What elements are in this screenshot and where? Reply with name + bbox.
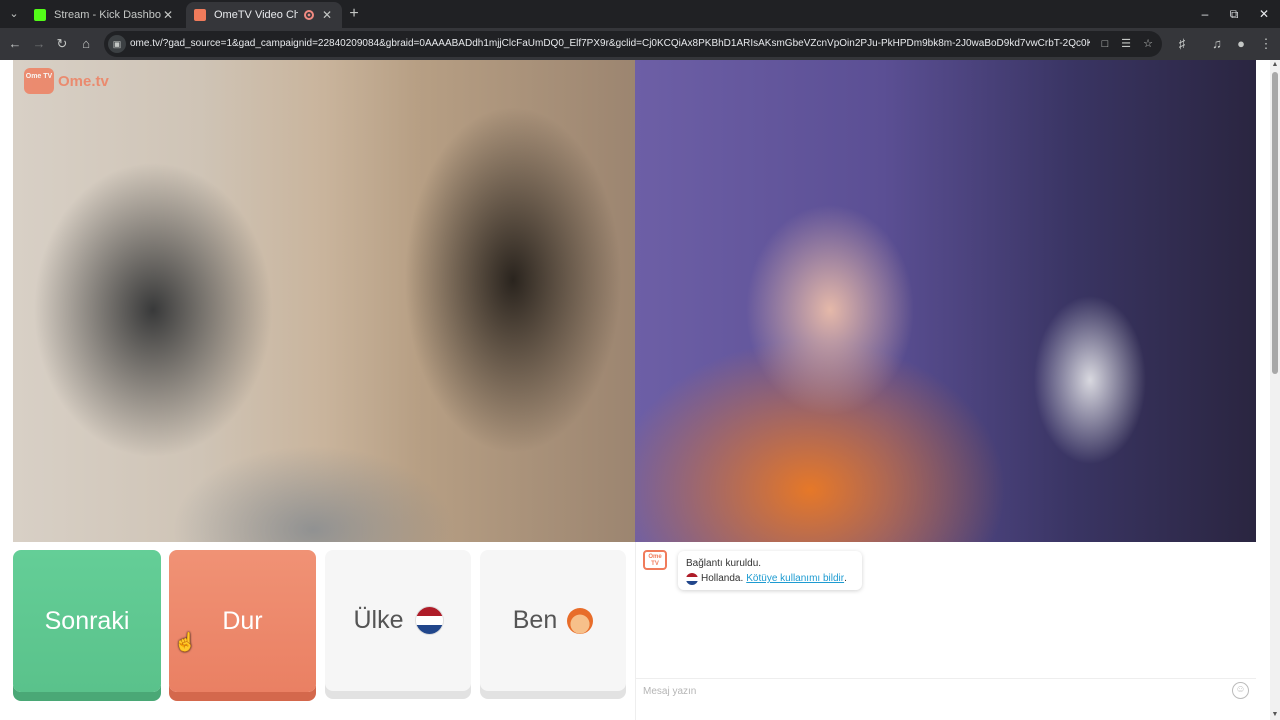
scroll-up-icon[interactable]: ▲ bbox=[1270, 60, 1280, 70]
maximize-icon[interactable]: ⧉ bbox=[1219, 4, 1249, 24]
kick-favicon bbox=[34, 9, 46, 21]
home-icon[interactable]: ⌂ bbox=[76, 34, 96, 54]
stop-button[interactable]: Dur bbox=[169, 550, 316, 692]
country-button-label: Ülke bbox=[353, 606, 404, 634]
extensions-icon[interactable]: ♯ bbox=[1172, 34, 1192, 54]
tab-list-icon[interactable]: ⌄ bbox=[4, 4, 24, 24]
report-abuse-link[interactable]: Kötüye kullanımı bildir bbox=[746, 571, 844, 586]
bookmark-star-icon[interactable]: ☆ bbox=[1139, 35, 1157, 53]
report-suffix: . bbox=[844, 573, 847, 584]
forward-icon[interactable]: → bbox=[29, 34, 49, 54]
profile-icon[interactable]: ● bbox=[1231, 34, 1251, 54]
tab-kick-dashboard[interactable]: Stream - Kick Dashboard ✕ bbox=[26, 2, 183, 28]
country-button[interactable]: Ülke bbox=[325, 550, 471, 691]
page-scrollbar[interactable]: ▲ ▼ bbox=[1270, 60, 1280, 720]
ometv-logo-badge: Ome TV bbox=[24, 68, 54, 94]
close-icon[interactable]: ✕ bbox=[161, 8, 175, 22]
site-info-icon[interactable]: ▣ bbox=[108, 35, 126, 53]
tab-ometv[interactable]: OmeTV Video Chat — Ome ✕ bbox=[186, 2, 342, 28]
reload-icon[interactable]: ↻ bbox=[52, 34, 72, 54]
tab-title: Stream - Kick Dashboard bbox=[54, 9, 161, 21]
netherlands-flag-icon bbox=[686, 572, 698, 585]
minimize-icon[interactable]: – bbox=[1190, 4, 1220, 24]
me-button-label: Ben bbox=[512, 606, 558, 634]
emoji-icon[interactable]: ☺ bbox=[1232, 682, 1249, 699]
window-close-icon[interactable]: ✕ bbox=[1249, 4, 1279, 24]
tab-title: OmeTV Video Chat — Ome bbox=[214, 9, 298, 21]
cursor-icon: ☝ bbox=[174, 632, 197, 652]
ometv-avatar: Ome TV bbox=[643, 550, 667, 570]
partner-country-text: Hollanda. bbox=[701, 573, 744, 584]
recording-icon bbox=[304, 10, 314, 20]
message-composer: ☺ bbox=[636, 678, 1256, 702]
page-viewport: Ome TV Ome.tv Sonraki Dur Ülke Ben ☝ Ome… bbox=[0, 60, 1270, 720]
menu-icon[interactable]: ⋮ bbox=[1256, 34, 1276, 54]
local-camera-video bbox=[635, 60, 1256, 542]
stop-button-label: Dur bbox=[222, 606, 263, 635]
next-button[interactable]: Sonraki bbox=[13, 550, 161, 692]
me-button[interactable]: Ben bbox=[480, 550, 626, 691]
ometv-logo: Ome TV Ome.tv bbox=[24, 68, 109, 94]
ometv-logo-text: Ome.tv bbox=[58, 72, 109, 90]
system-message-bubble: Bağlantı kuruldu. Hollanda. Kötüye kulla… bbox=[678, 551, 862, 590]
media-icon[interactable]: ♫ bbox=[1207, 34, 1227, 54]
chat-panel: Ome TV Bağlantı kuruldu. Hollanda. Kötüy… bbox=[635, 542, 1256, 720]
stranger-video: Ome TV Ome.tv bbox=[13, 60, 635, 542]
translate-icon[interactable]: ☰ bbox=[1117, 35, 1135, 53]
url-text[interactable]: ome.tv/?gad_source=1&gad_campaignid=2284… bbox=[130, 31, 1090, 57]
netherlands-flag-icon bbox=[415, 607, 443, 634]
message-input[interactable] bbox=[643, 681, 1213, 701]
ometv-favicon bbox=[194, 9, 206, 21]
browser-toolbar: ← → ↻ ⌂ ▣ ome.tv/?gad_source=1&gad_campa… bbox=[0, 28, 1280, 60]
next-button-label: Sonraki bbox=[44, 606, 130, 635]
back-icon[interactable]: ← bbox=[5, 34, 25, 54]
install-icon[interactable]: □ bbox=[1096, 35, 1114, 53]
close-icon[interactable]: ✕ bbox=[320, 8, 334, 22]
new-tab-icon[interactable]: + bbox=[345, 5, 363, 23]
boy-emoji-icon bbox=[567, 607, 594, 634]
address-bar[interactable]: ▣ ome.tv/?gad_source=1&gad_campaignid=22… bbox=[104, 31, 1162, 57]
scroll-down-icon[interactable]: ▼ bbox=[1270, 710, 1280, 720]
tab-strip: ⌄ Stream - Kick Dashboard ✕ OmeTV Video … bbox=[0, 0, 1280, 28]
scrollbar-thumb[interactable] bbox=[1272, 72, 1278, 374]
connection-status-text: Bağlantı kuruldu. bbox=[686, 558, 762, 569]
